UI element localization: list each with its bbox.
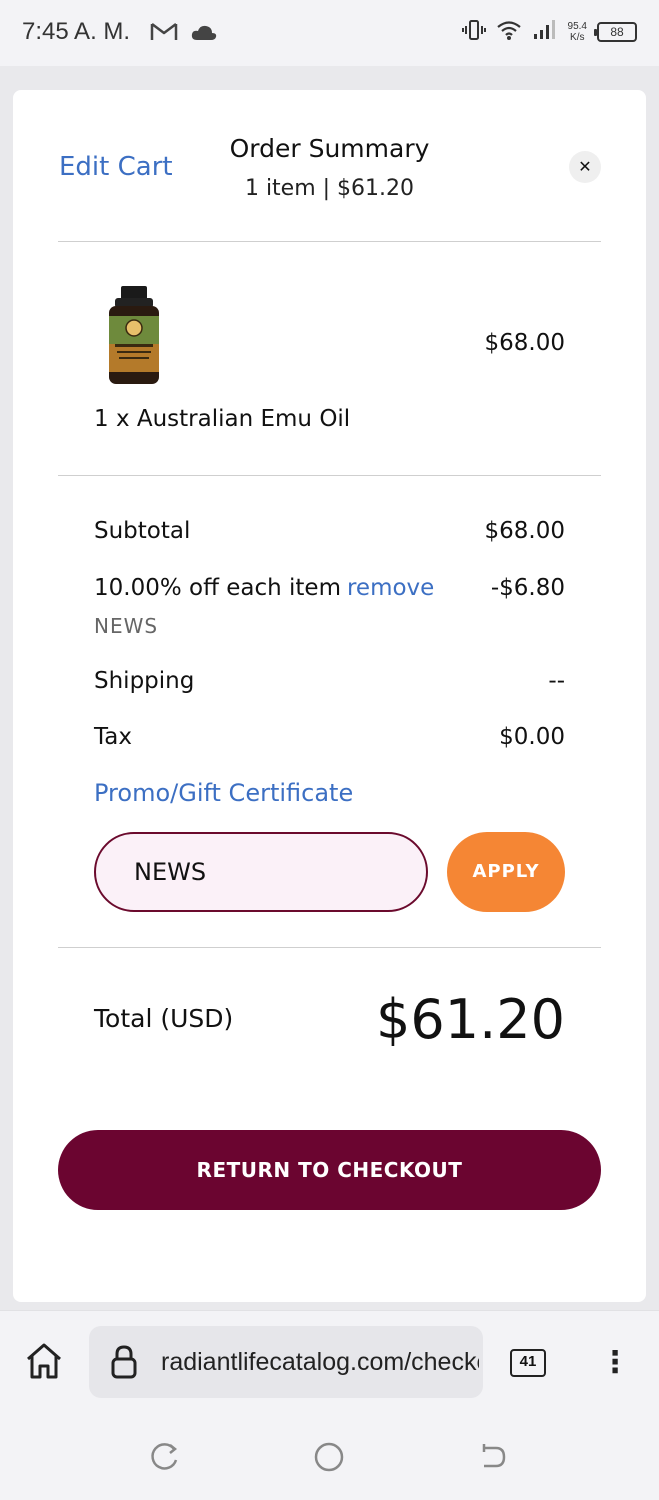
item-price: $68.00 — [484, 330, 565, 356]
shipping-row: Shipping -- — [94, 668, 565, 694]
order-summary-title: Order Summary — [229, 134, 430, 163]
close-icon: ✕ — [578, 157, 592, 176]
status-bar: 7:45 A. M. 95.4 K/s 88 — [0, 0, 659, 66]
divider — [58, 475, 601, 476]
browser-toolbar: radiantlifecatalog.com/checkout 41 ⋮ — [0, 1310, 659, 1410]
divider — [58, 241, 601, 242]
tax-value: $0.00 — [499, 724, 565, 750]
total-value: $61.20 — [376, 988, 565, 1051]
total-label: Total (USD) — [94, 1004, 234, 1033]
battery-icon: 88 — [594, 22, 637, 42]
vibrate-icon — [461, 18, 486, 46]
discount-row: 10.00% off each item remove -$6.80 — [94, 575, 565, 601]
item-name: 1 x Australian Emu Oil — [94, 406, 351, 432]
return-to-checkout-button[interactable]: RETURN TO CHECKOUT — [58, 1130, 601, 1210]
network-speed: 95.4 K/s — [568, 21, 587, 43]
more-vert-icon: ⋮ — [600, 1345, 630, 1380]
remove-discount-link[interactable]: remove — [347, 575, 434, 601]
recent-apps-icon — [151, 1443, 178, 1470]
address-bar[interactable]: radiantlifecatalog.com/checkout — [89, 1326, 483, 1398]
wifi-icon — [496, 19, 522, 45]
promo-code-value: NEWS — [134, 858, 207, 886]
network-speed-value: 95.4 — [567, 21, 587, 32]
lock-icon — [111, 1345, 137, 1379]
tabs-button[interactable]: 41 — [510, 1349, 546, 1377]
overflow-menu-button[interactable]: ⋮ — [600, 1343, 630, 1383]
url-text: radiantlifecatalog.com/checkout — [161, 1348, 479, 1376]
subtotal-label: Subtotal — [94, 518, 191, 544]
order-summary-subtitle: 1 item | $61.20 — [244, 176, 415, 201]
divider — [58, 947, 601, 948]
promo-code-input[interactable]: NEWS — [94, 832, 428, 912]
product-image — [105, 286, 163, 386]
home-icon — [27, 1343, 61, 1379]
discount-code-label: NEWS — [94, 614, 159, 638]
home-button[interactable] — [22, 1341, 66, 1381]
apply-button[interactable]: APPLY — [447, 832, 565, 912]
back-icon — [482, 1444, 506, 1468]
shipping-label: Shipping — [94, 668, 195, 694]
close-button[interactable]: ✕ — [569, 151, 601, 183]
shipping-value: -- — [548, 668, 565, 694]
battery-level: 88 — [610, 25, 624, 39]
signal-icon — [532, 19, 558, 45]
status-time: 7:45 A. M. — [22, 18, 131, 45]
subtotal-row: Subtotal $68.00 — [94, 518, 565, 544]
tax-row: Tax $0.00 — [94, 724, 565, 750]
circle-home-icon — [314, 1442, 344, 1472]
tax-label: Tax — [94, 724, 132, 750]
back-nav-button[interactable] — [476, 1440, 510, 1474]
discount-value: -$6.80 — [490, 575, 565, 601]
network-speed-unit: K/s — [570, 32, 585, 43]
home-nav-button[interactable] — [312, 1440, 346, 1474]
status-right-group: 95.4 K/s 88 — [461, 18, 637, 46]
gmail-icon — [150, 22, 178, 46]
order-summary-card: Edit Cart Order Summary 1 item | $61.20 … — [13, 90, 646, 1302]
recent-apps-button[interactable] — [148, 1440, 182, 1474]
system-nav-bar — [0, 1410, 659, 1500]
promo-gift-certificate-link[interactable]: Promo/Gift Certificate — [94, 779, 353, 807]
cloud-icon — [190, 24, 218, 46]
discount-label: 10.00% off each item — [94, 575, 341, 601]
subtotal-value: $68.00 — [484, 518, 565, 544]
